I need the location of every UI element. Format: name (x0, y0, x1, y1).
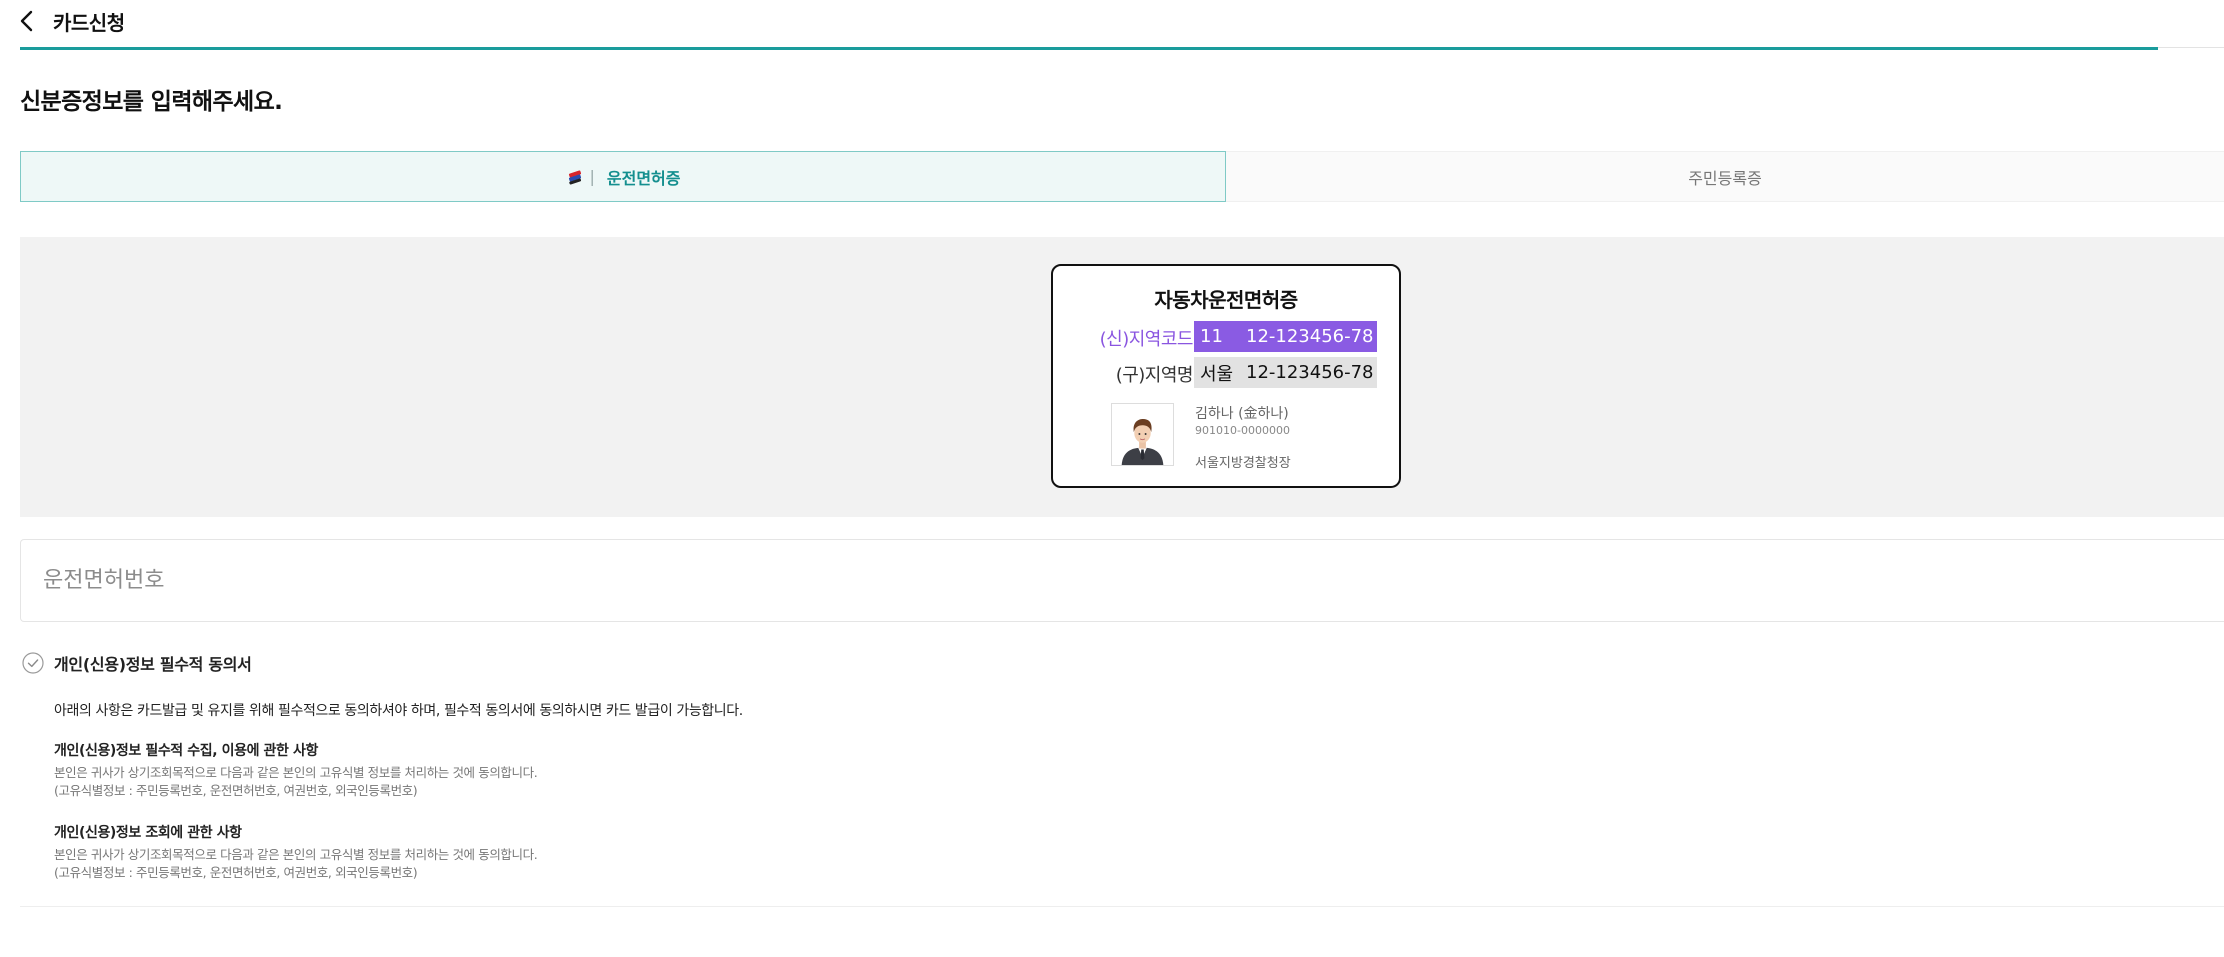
person-avatar-icon (1111, 403, 1174, 466)
consent-section-line: (고유식별정보 : 주민등록번호, 운전면허번호, 여권번호, 외국인등록번호) (54, 865, 418, 880)
tab-separator: | (589, 167, 595, 186)
holder-name: 김하나 (金하나) (1195, 406, 1289, 422)
tab-drivers-license[interactable]: | 운전면허증 (20, 151, 1226, 202)
old-license-number: 서울 12-123456-78 (1194, 357, 1377, 388)
tab-label: 주민등록증 (1688, 168, 1762, 188)
card-title: 자동차운전면허증 (1154, 288, 1298, 312)
new-region-code-label: (신)지역코드 (1099, 329, 1194, 350)
consent-section-body: 본인은 귀사가 상기조회목적으로 다음과 같은 본인의 고유식별 정보를 처리하… (54, 846, 538, 882)
consent-label: 개인(신용)정보 필수적 동의서 (54, 655, 252, 674)
chevron-left-icon[interactable] (14, 6, 40, 36)
region-code: 11 (1200, 326, 1223, 347)
new-license-number: 11 12-123456-78 (1194, 321, 1377, 352)
license-number: 12-123456-78 (1246, 362, 1374, 383)
consent-section-line: (고유식별정보 : 주민등록번호, 운전면허번호, 여권번호, 외국인등록번호) (54, 783, 418, 798)
consent-intro: 아래의 사항은 카드발급 및 유지를 위해 필수적으로 동의하셔야 하며, 필수… (54, 703, 743, 719)
issuer: 서울지방경찰청장 (1195, 456, 1291, 471)
consent-section-title: 개인(신용)정보 필수적 수집, 이용에 관한 사항 (54, 743, 318, 759)
region-name: 서울 (1200, 363, 1234, 385)
tab-label: 운전면허증 (606, 168, 681, 188)
app-header: 카드신청 (0, 0, 2224, 50)
license-card-icon (568, 170, 581, 184)
old-region-name-label: (구)지역명 (1115, 365, 1194, 386)
section-divider (20, 906, 2224, 907)
consent-section-title: 개인(신용)정보 조회에 관한 사항 (54, 825, 242, 841)
consent-section-line: 본인은 귀사가 상기조회목적으로 다음과 같은 본인의 고유식별 정보를 처리하… (54, 847, 538, 862)
holder-id-number: 901010-0000000 (1195, 424, 1290, 437)
consent-section-line: 본인은 귀사가 상기조회목적으로 다음과 같은 본인의 고유식별 정보를 처리하… (54, 765, 538, 780)
check-circle-icon[interactable] (22, 652, 44, 674)
license-number: 12-123456-78 (1246, 326, 1374, 347)
progress-bar-fill (20, 47, 2158, 50)
license-sample-card: 자동차운전면허증 (신)지역코드 11 12-123456-78 (구)지역명 … (1051, 264, 1401, 488)
header-title: 카드신청 (53, 11, 125, 35)
consent-checkbox-row[interactable]: 개인(신용)정보 필수적 동의서 (22, 651, 252, 675)
page-title: 신분증정보를 입력해주세요. (20, 89, 283, 115)
tab-resident-card[interactable]: 주민등록증 (1226, 151, 2224, 202)
consent-section-body: 본인은 귀사가 상기조회목적으로 다음과 같은 본인의 고유식별 정보를 처리하… (54, 764, 538, 800)
license-number-input[interactable] (20, 539, 2224, 622)
